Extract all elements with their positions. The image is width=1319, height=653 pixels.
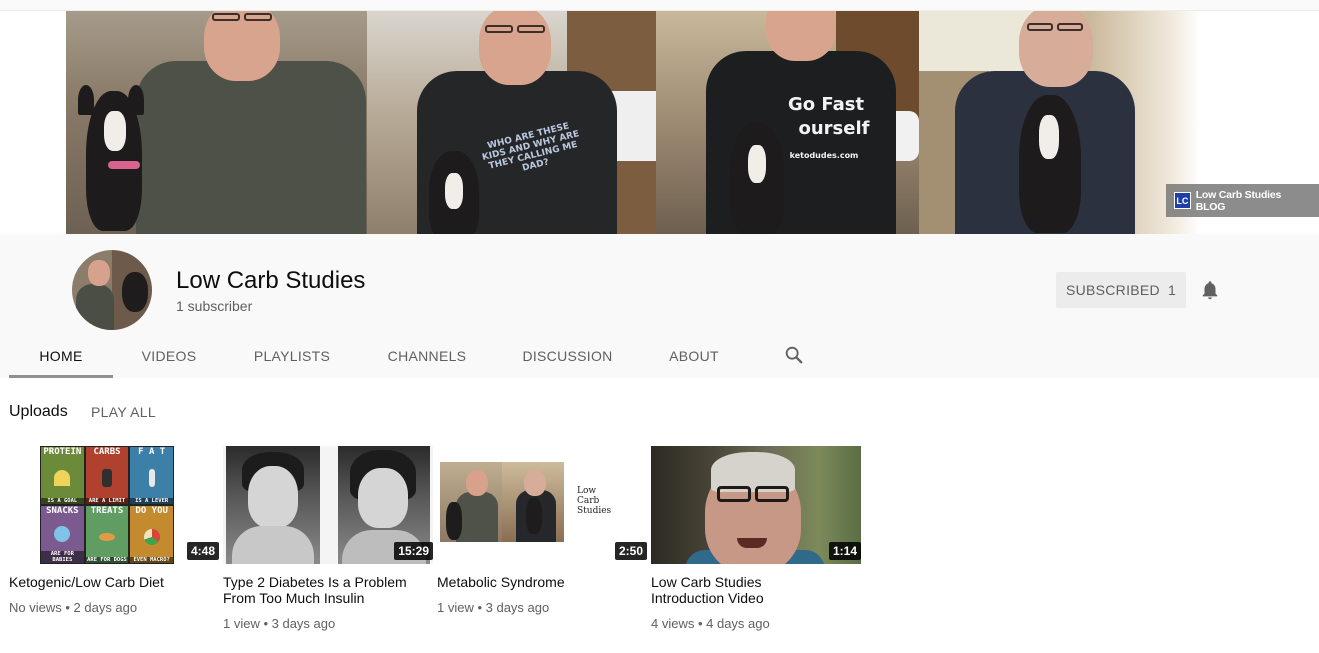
video-meta: 4 views • 4 days ago (651, 616, 770, 631)
thumbnail-caption: Low Carb Studies (577, 486, 612, 516)
blog-link[interactable]: LC Low Carb Studies BLOG (1166, 184, 1319, 217)
tab-about[interactable]: ABOUT (640, 334, 748, 378)
banner-photo-1 (66, 11, 367, 234)
banner-photo-2: WHO ARE THESE KIDS AND WHY ARE THEY CALL… (367, 11, 656, 234)
video-meta: 1 view • 3 days ago (437, 600, 550, 615)
tab-playlists[interactable]: PLAYLISTS (225, 334, 359, 378)
blog-link-label: Low Carb Studies BLOG (1195, 188, 1282, 213)
banner-photo-4 (919, 11, 1200, 234)
video-meta: No views • 2 days ago (9, 600, 138, 615)
tab-home[interactable]: HOME (9, 334, 113, 378)
video-thumbnail[interactable]: PROTEIN IS A GOAL CARBS ARE A LIMIT F A TI… (9, 446, 219, 564)
uploads-title[interactable]: Uploads (9, 403, 68, 421)
video-card[interactable]: 15:29 Type 2 Diabetes Is a Problem From … (223, 446, 433, 631)
channel-page: WHO ARE THESE KIDS AND WHY ARE THEY CALL… (0, 0, 1319, 653)
play-all-button[interactable]: PLAY ALL (91, 404, 156, 420)
blog-logo: LC (1174, 192, 1191, 209)
subscribed-button[interactable]: SUBSCRIBED 1 (1056, 272, 1186, 308)
subscribed-label: SUBSCRIBED (1065, 282, 1160, 298)
subscriber-count: 1 subscriber (176, 298, 253, 314)
shirt-slogan-title: Go Fast (787, 94, 865, 115)
video-thumbnail[interactable]: Low Carb Studies 2:50 (437, 446, 647, 564)
search-icon[interactable] (783, 344, 805, 366)
bell-icon[interactable] (1199, 279, 1221, 301)
shirt-url: ketodudes.com (789, 151, 859, 160)
thumbnail-poster: PROTEIN IS A GOAL CARBS ARE A LIMIT F A TI… (40, 446, 174, 564)
video-duration: 1:14 (828, 542, 861, 560)
tab-discussion[interactable]: DISCUSSION (495, 334, 640, 378)
video-title[interactable]: Low Carb Studies Introduction Video (651, 574, 801, 606)
channel-banner: WHO ARE THESE KIDS AND WHY ARE THEY CALL… (0, 0, 1319, 234)
video-duration: 2:50 (614, 542, 647, 560)
banner-face (204, 11, 280, 81)
banner-face (766, 11, 836, 61)
banner-photo-3: Go Fast ourself ketodudes.com (656, 11, 919, 234)
top-strip (0, 0, 1319, 11)
tab-videos[interactable]: VIDEOS (113, 334, 225, 378)
video-title[interactable]: Metabolic Syndrome (437, 574, 637, 590)
tab-channels[interactable]: CHANNELS (359, 334, 495, 378)
video-meta: 1 view • 3 days ago (223, 616, 336, 631)
video-thumbnail[interactable]: 1:14 (651, 446, 861, 564)
banner-face (479, 11, 551, 85)
banner-shirt (136, 61, 366, 234)
video-card[interactable]: PROTEIN IS A GOAL CARBS ARE A LIMIT F A TI… (9, 446, 219, 615)
video-duration: 15:29 (394, 542, 433, 560)
video-card[interactable]: Low Carb Studies 2:50 Metabolic Syndrome… (437, 446, 647, 615)
video-title[interactable]: Ketogenic/Low Carb Diet (9, 574, 209, 590)
channel-title: Low Carb Studies (176, 267, 366, 294)
banner-art: WHO ARE THESE KIDS AND WHY ARE THEY CALL… (66, 11, 1200, 234)
video-title[interactable]: Type 2 Diabetes Is a Problem From Too Mu… (223, 574, 423, 606)
video-duration: 4:48 (186, 542, 219, 560)
avatar[interactable] (72, 250, 152, 330)
subscribed-count: 1 (1167, 282, 1177, 298)
video-thumbnail[interactable]: 15:29 (223, 446, 433, 564)
video-card[interactable]: 1:14 Low Carb Studies Introduction Video… (651, 446, 861, 631)
channel-header: Low Carb Studies 1 subscriber SUBSCRIBED… (0, 234, 1319, 378)
channel-tabs: HOME VIDEOS PLAYLISTS CHANNELS DISCUSSIO… (9, 334, 748, 378)
shirt-slogan-line: ourself (798, 118, 870, 139)
